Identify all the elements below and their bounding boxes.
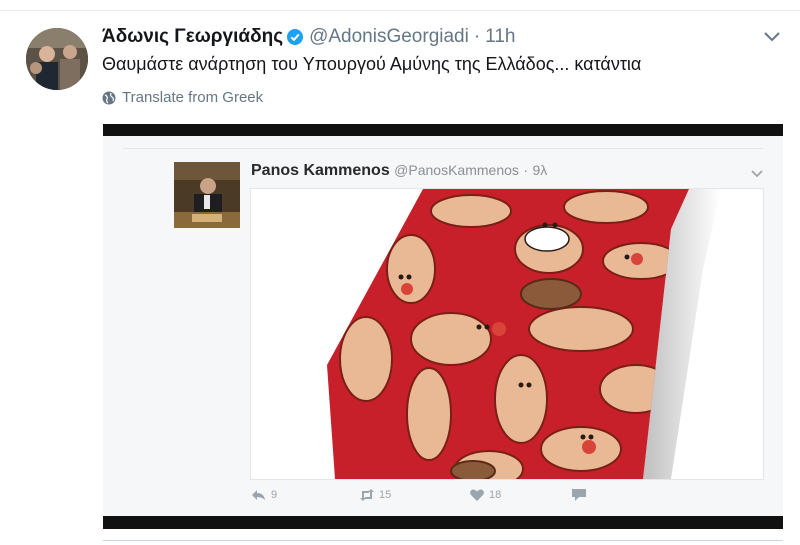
tweet-header: Άδωνις Γεωργιάδης @AdonisGeorgiadi · 11h	[102, 26, 515, 48]
bottom-divider	[103, 540, 783, 541]
verified-badge-icon	[287, 29, 304, 45]
embedded-author-avatar	[174, 162, 240, 228]
reply-count: 9	[271, 489, 278, 501]
embedded-chevron-down-icon	[750, 166, 764, 178]
embedded-tie-image	[250, 188, 764, 480]
embedded-reply-action: 9	[251, 488, 277, 502]
retweet-icon	[360, 489, 374, 501]
tweet-timestamp[interactable]: 11h	[485, 26, 515, 48]
globe-icon	[102, 91, 116, 105]
embedded-separator-dot: ·	[523, 162, 529, 178]
top-divider	[0, 10, 800, 11]
embedded-author-name: Panos Kammenos	[251, 162, 390, 179]
embedded-action-bar: 9 15 18	[251, 488, 651, 510]
embedded-tweet-screenshot: Panos Kammenos @PanosKammenos · 9λ 9 15 …	[103, 136, 783, 516]
embedded-like-action: 18	[469, 488, 501, 502]
embedded-retweet-action: 15	[359, 488, 391, 502]
author-name[interactable]: Άδωνις Γεωργιάδης	[102, 26, 283, 48]
embedded-top-divider	[123, 148, 763, 149]
embedded-author-handle: @PanosKammenos	[394, 162, 519, 178]
author-avatar[interactable]	[26, 28, 88, 90]
translate-label: Translate from Greek	[122, 89, 264, 106]
separator-dot: ·	[473, 26, 481, 47]
like-count: 18	[489, 489, 502, 501]
translate-link[interactable]: Translate from Greek	[102, 89, 263, 106]
heart-icon	[470, 489, 484, 501]
reply-icon	[252, 490, 265, 500]
direct-message-icon	[572, 489, 586, 501]
embedded-timestamp: 9λ	[532, 162, 548, 178]
chevron-down-icon[interactable]	[761, 28, 783, 46]
embedded-message-action	[571, 488, 591, 502]
tweet-text: Θαυμάστε ανάρτηση του Υπουργού Αμύνης τη…	[102, 54, 642, 74]
author-handle[interactable]: @AdonisGeorgiadi	[309, 26, 469, 48]
embedded-tweet-header: Panos Kammenos @PanosKammenos · 9λ	[251, 162, 547, 180]
retweet-count: 15	[379, 489, 392, 501]
